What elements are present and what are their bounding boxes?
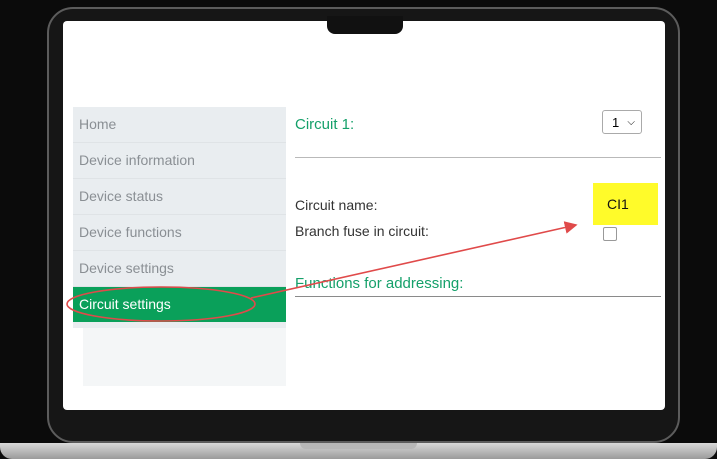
addressing-heading: Functions for addressing: (295, 275, 464, 292)
sidebar-item-device-settings[interactable]: Device settings (73, 251, 286, 287)
addressing-divider (295, 296, 661, 297)
sidebar-item-device-status[interactable]: Device status (73, 179, 286, 215)
circuit-title: Circuit 1: (295, 116, 355, 133)
sidebar-item-device-information[interactable]: Device information (73, 143, 286, 179)
chevron-down-icon: ⌵ (627, 117, 635, 128)
laptop-screen: Home Device information Device status De… (63, 21, 665, 410)
circuit-select[interactable]: 1 ⌵ (602, 110, 642, 134)
branch-fuse-label: Branch fuse in circuit: (295, 223, 429, 239)
main-content: Circuit 1: 1 ⌵ Circuit name: CI1 Branch … (295, 107, 663, 367)
sidebar-item-device-functions[interactable]: Device functions (73, 215, 286, 251)
sidebar-footer-panel (83, 328, 286, 386)
circuit-select-value: 1 (612, 115, 620, 130)
sidebar-item-circuit-settings[interactable]: Circuit settings (73, 287, 286, 322)
divider (295, 157, 661, 158)
sidebar-nav: Home Device information Device status De… (73, 107, 286, 328)
camera-notch (327, 16, 403, 34)
laptop-base-groove (300, 443, 417, 449)
circuit-name-input[interactable]: CI1 (593, 183, 658, 225)
sidebar-item-home[interactable]: Home (73, 107, 286, 143)
circuit-name-label: Circuit name: (295, 197, 378, 213)
branch-fuse-checkbox[interactable] (603, 227, 617, 241)
